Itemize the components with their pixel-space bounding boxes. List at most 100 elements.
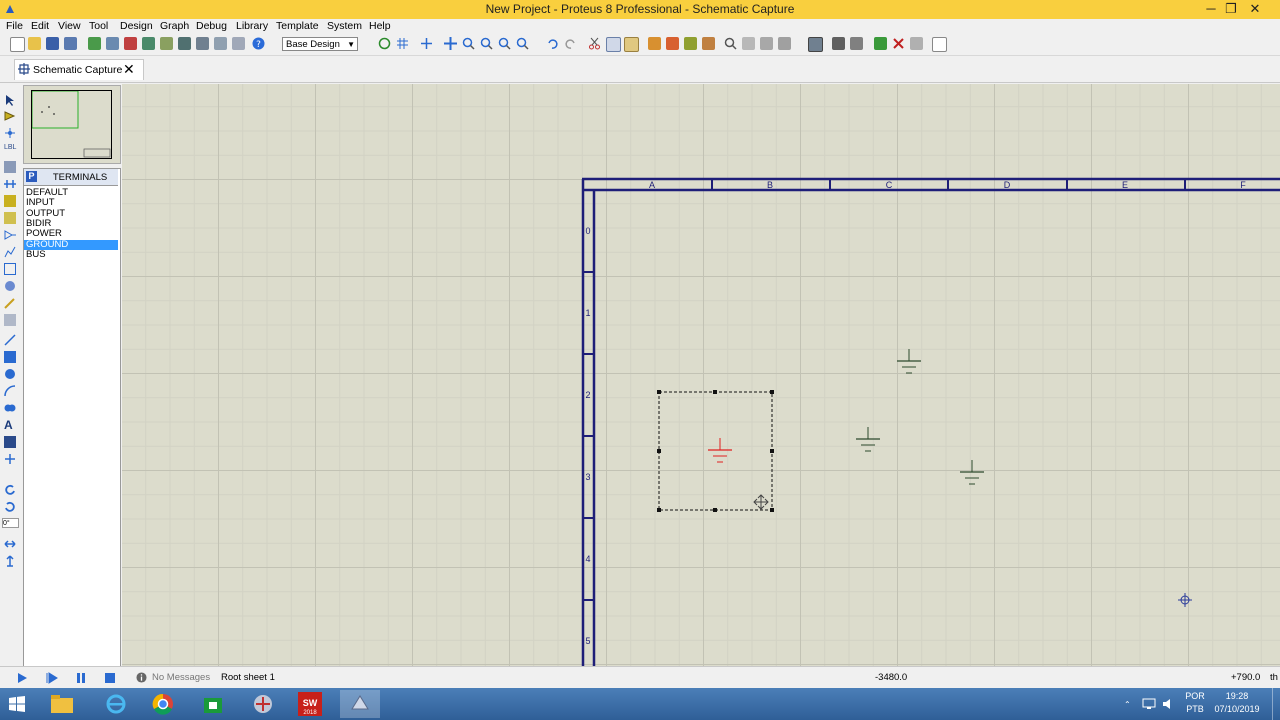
block-rotate-icon[interactable]	[684, 37, 697, 50]
menu-debug[interactable]: Debug	[196, 20, 227, 32]
selection-mode-icon[interactable]	[4, 94, 16, 106]
terminal-item-input[interactable]: INPUT	[24, 198, 118, 208]
taskbar-solidworks[interactable]: SW 2018	[290, 690, 330, 718]
design-variant-select[interactable]: Base Design ▼	[282, 37, 358, 51]
mirror-vertical-icon[interactable]	[4, 555, 16, 567]
stop-simulation-icon[interactable]	[104, 672, 116, 684]
terminals-mode-icon[interactable]	[4, 212, 16, 224]
wire-label-icon[interactable]: LBL	[4, 144, 16, 156]
grid-toggle-icon[interactable]	[396, 37, 409, 50]
marker-tool-icon[interactable]	[4, 453, 16, 465]
decompose-icon[interactable]	[778, 37, 791, 50]
rotate-clockwise-icon[interactable]	[4, 484, 16, 496]
undo-icon[interactable]	[546, 37, 559, 50]
cut-icon[interactable]	[588, 37, 601, 50]
selection-box[interactable]	[657, 390, 774, 512]
component-mode-icon[interactable]	[4, 110, 16, 122]
schematic-canvas[interactable]: A B C D E F 0 1 2 3 4 5	[122, 84, 1280, 666]
menu-library[interactable]: Library	[236, 20, 268, 32]
menu-system[interactable]: System	[327, 20, 362, 32]
step-simulation-icon[interactable]	[46, 672, 58, 684]
new-file-icon[interactable]	[10, 37, 25, 52]
show-hidden-icons[interactable]: ⌃	[1124, 698, 1131, 711]
search-tag-icon[interactable]	[832, 37, 845, 50]
line-tool-icon[interactable]	[4, 334, 16, 346]
zoom-area-icon[interactable]	[516, 37, 529, 50]
menu-template[interactable]: Template	[276, 20, 319, 32]
block-move-icon[interactable]	[666, 37, 679, 50]
ground-terminal[interactable]	[897, 349, 921, 374]
ground-terminal[interactable]	[960, 460, 984, 485]
network-icon[interactable]	[1142, 698, 1156, 710]
circle-tool-icon[interactable]	[4, 368, 16, 380]
notes-icon[interactable]	[232, 37, 245, 50]
subcircuit-icon[interactable]	[4, 195, 16, 207]
source-code-icon[interactable]	[214, 37, 227, 50]
taskbar-file-explorer[interactable]	[42, 690, 82, 718]
close-window-button[interactable]: ✕	[1240, 0, 1270, 19]
menu-file[interactable]: File	[6, 20, 23, 32]
bus-icon[interactable]	[4, 178, 16, 190]
graph-mode-icon[interactable]	[4, 246, 16, 258]
close-tab-icon[interactable]: ✕	[123, 61, 135, 78]
clock[interactable]: 19:28 07/10/2019	[1212, 690, 1262, 716]
menu-view[interactable]: View	[58, 20, 81, 32]
ground-terminal-selected[interactable]	[708, 438, 732, 463]
taskbar-store[interactable]	[193, 690, 233, 718]
block-copy-icon[interactable]	[648, 37, 661, 50]
text-script-icon[interactable]	[4, 161, 16, 173]
new-sheet-icon[interactable]	[874, 37, 887, 50]
voltage-probe-icon[interactable]	[4, 297, 16, 309]
menu-edit[interactable]: Edit	[31, 20, 49, 32]
schematic-icon[interactable]	[106, 37, 119, 50]
menu-help[interactable]: Help	[369, 20, 391, 32]
exit-to-parent-icon[interactable]	[910, 37, 923, 50]
zoom-all-icon[interactable]	[498, 37, 511, 50]
show-desktop-button[interactable]	[1272, 688, 1277, 720]
open-folder-icon[interactable]	[28, 37, 41, 50]
3d-viewer-icon[interactable]	[160, 37, 173, 50]
path-tool-icon[interactable]	[4, 402, 16, 414]
pcb-layout-icon[interactable]	[124, 37, 137, 50]
arc-tool-icon[interactable]	[4, 385, 16, 397]
mirror-horizontal-icon[interactable]	[4, 538, 16, 550]
help-icon[interactable]: ?	[252, 37, 265, 50]
delete-sheet-icon[interactable]	[892, 37, 905, 50]
design-explorer-icon[interactable]	[196, 37, 209, 50]
junction-dot-icon[interactable]	[4, 127, 16, 139]
copy-icon[interactable]	[606, 37, 621, 52]
taskbar-chrome[interactable]	[143, 690, 183, 718]
text-tool-icon[interactable]: A	[4, 418, 16, 432]
bill-of-materials-icon[interactable]	[178, 37, 191, 50]
property-assignment-icon[interactable]	[850, 37, 863, 50]
packaging-tool-icon[interactable]	[760, 37, 773, 50]
gerber-icon[interactable]	[142, 37, 155, 50]
units-label[interactable]: th	[1270, 672, 1278, 683]
home-icon[interactable]	[88, 37, 101, 50]
taskbar-proteus-isis[interactable]	[243, 690, 283, 718]
zoom-in-icon[interactable]	[462, 37, 475, 50]
redo-icon[interactable]	[564, 37, 577, 50]
play-simulation-icon[interactable]	[16, 672, 28, 684]
rotation-angle-field[interactable]: 0°	[2, 518, 19, 528]
generator-icon[interactable]	[4, 280, 16, 292]
tab-schematic-capture[interactable]: Schematic Capture ✕	[14, 59, 144, 80]
input-language-indicator[interactable]: POR PTB	[1183, 690, 1207, 716]
paste-icon[interactable]	[624, 37, 639, 52]
netlist-icon[interactable]	[932, 37, 947, 52]
menu-graph[interactable]: Graph	[160, 20, 189, 32]
windows-start-icon[interactable]	[9, 696, 25, 712]
taskbar-proteus-active[interactable]	[340, 690, 380, 718]
virtual-instruments-icon[interactable]	[4, 314, 16, 326]
pause-simulation-icon[interactable]	[75, 672, 87, 684]
rotate-anticlockwise-icon[interactable]	[4, 501, 16, 513]
taskbar-internet-explorer[interactable]	[96, 690, 136, 718]
wire-autorouter-icon[interactable]	[808, 37, 823, 52]
menu-tool[interactable]: Tool	[89, 20, 108, 32]
ground-terminal[interactable]	[856, 427, 880, 452]
volume-icon[interactable]	[1162, 698, 1174, 710]
zoom-out-icon[interactable]	[480, 37, 493, 50]
box-tool-icon[interactable]	[4, 351, 16, 363]
make-device-icon[interactable]	[742, 37, 755, 50]
messages-status[interactable]: No Messages	[152, 672, 210, 683]
